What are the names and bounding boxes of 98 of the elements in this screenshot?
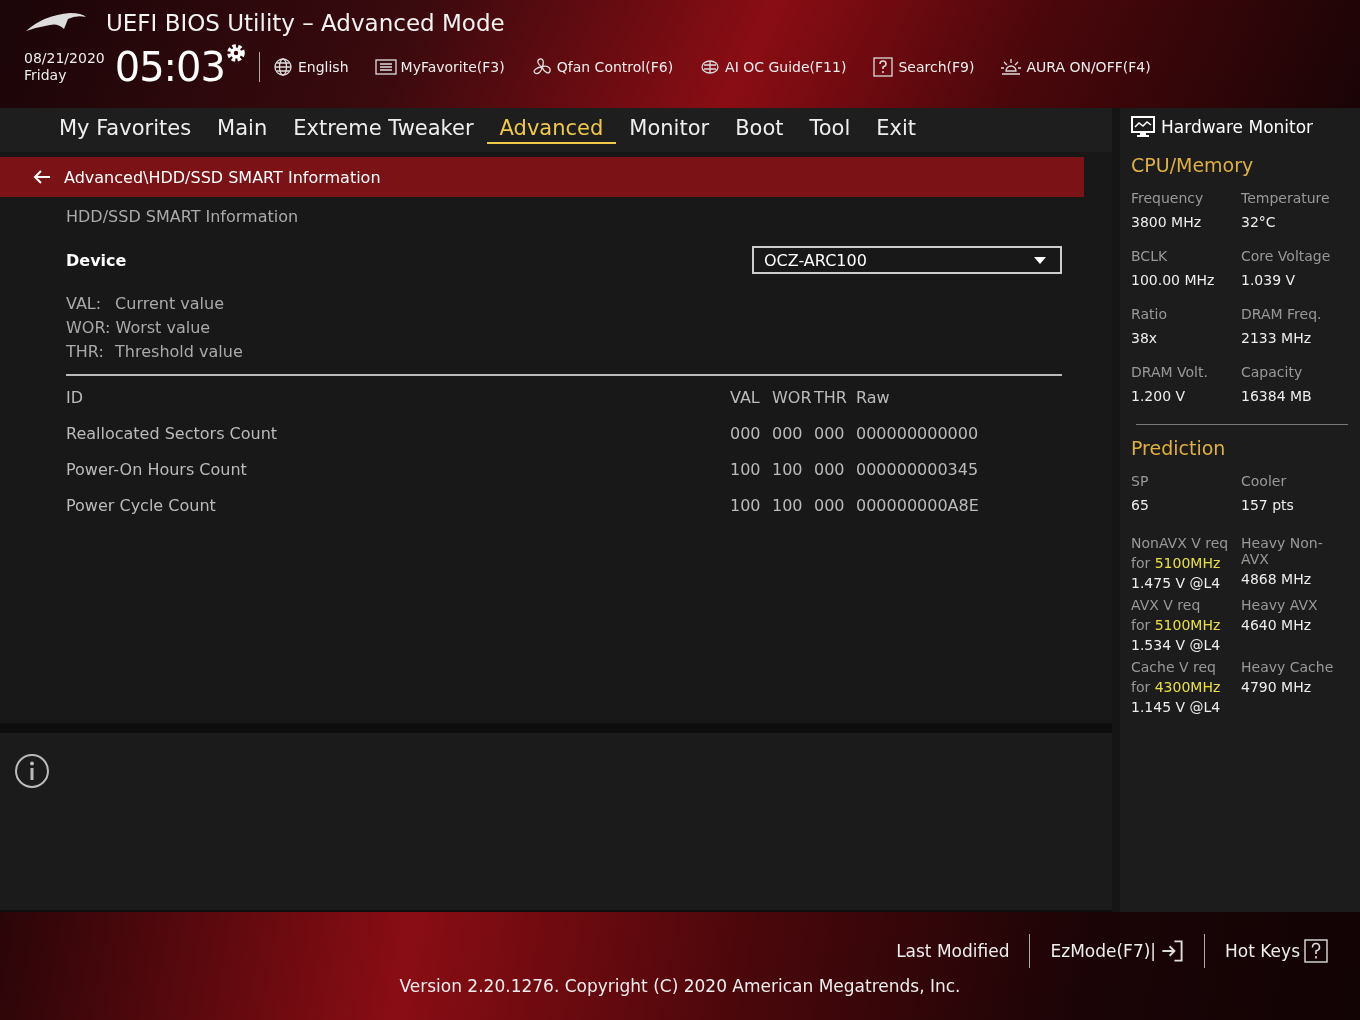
stat-label: Temperature — [1241, 190, 1331, 206]
stat-value: 1.475 V @L4 — [1131, 575, 1222, 591]
stat-value: 4868 MHz — [1241, 571, 1313, 587]
stat-label: Heavy AVX — [1241, 597, 1319, 613]
stat-value: 4640 MHz — [1241, 617, 1313, 633]
aura-icon — [1000, 57, 1023, 77]
menu-tab[interactable]: Extreme Tweaker — [280, 116, 487, 144]
panel-title: Hardware Monitor — [1161, 117, 1314, 137]
globe-icon — [272, 57, 294, 77]
table-cell-text: 000000000000 — [856, 424, 980, 445]
column-header: Raw — [856, 388, 891, 409]
version-text: Version 2.20.1276. Copyright (C) 2020 American Megatrends, Inc. — [399, 976, 961, 996]
date: 08/21/2020 — [24, 50, 105, 67]
column-header: ID — [66, 388, 84, 409]
stat-label: Heavy Cache — [1241, 659, 1335, 675]
stat-label: DRAM Freq. — [1241, 306, 1323, 322]
menu-tab[interactable]: My Favorites — [46, 116, 205, 144]
menu-tab[interactable]: Tool — [796, 116, 864, 144]
window-title: UEFI BIOS Utility – Advanced Mode — [106, 10, 505, 36]
stat-value: 100.00 MHz — [1131, 272, 1216, 288]
menu-tab[interactable]: Monitor — [616, 116, 723, 144]
help-icon — [872, 57, 895, 77]
footer-button[interactable]: EzMode(F7)| — [1036, 939, 1199, 963]
legend-text: WOR: Worst value — [66, 317, 212, 339]
caret-icon — [1034, 256, 1046, 264]
table-cell-text: 000 — [814, 424, 846, 445]
stat-label: for 5100MHz — [1131, 555, 1222, 571]
back-arrow-icon[interactable] — [32, 169, 52, 185]
menu-tab[interactable]: Boot — [722, 116, 797, 144]
stat-label: for 5100MHz — [1131, 617, 1222, 633]
table-cell-text: 000000000A8E — [856, 496, 980, 517]
table-cell-text: 000 — [772, 424, 804, 445]
stat-label: Capacity — [1241, 364, 1304, 380]
toolbar-button[interactable]: Qfan Control(F6) — [530, 57, 674, 77]
stat-label: Frequency — [1131, 190, 1205, 206]
stat-value: 1.534 V @L4 — [1131, 637, 1222, 653]
table-cell-text: 100 — [730, 460, 762, 481]
device-label: Device — [66, 250, 127, 270]
table-cell-text: 100 — [730, 496, 762, 517]
table-cell-text: Reallocated Sectors Count — [66, 424, 278, 445]
stat-label: Heavy Non-AVX — [1241, 535, 1324, 567]
stat-value: 65 — [1131, 497, 1150, 513]
stat-label: Ratio — [1131, 306, 1168, 322]
stat-value: 1.039 V — [1241, 272, 1297, 288]
stat-label: BCLK — [1131, 248, 1169, 264]
group-title: Prediction — [1131, 437, 1227, 459]
settings-icon[interactable] — [225, 42, 247, 64]
exit-icon — [1160, 939, 1185, 963]
section-title: HDD/SSD SMART Information — [66, 207, 300, 226]
legend-text: THR: Threshold value — [66, 341, 244, 363]
stat-label: NonAVX V req — [1131, 535, 1230, 551]
table-cell-text: 100 — [772, 460, 804, 481]
group-title: CPU/Memory — [1131, 154, 1255, 176]
stat-label: Cooler — [1241, 473, 1288, 489]
stat-value: 4790 MHz — [1241, 679, 1313, 695]
toolbar-button[interactable]: MyFavorite(F3) — [374, 57, 505, 77]
column-header: WOR — [772, 388, 813, 409]
toolbar-button[interactable]: AURA ON/OFF(F4) — [1000, 57, 1151, 77]
list-icon — [374, 57, 397, 77]
footer-button[interactable]: Hot Keys — [1211, 939, 1342, 963]
table-cell-text: 000 — [814, 496, 846, 517]
column-header: VAL — [730, 388, 761, 409]
stat-label: Cache V req — [1131, 659, 1217, 675]
table-cell-text: 000000000345 — [856, 460, 980, 481]
device-dropdown[interactable]: OCZ-ARC100 — [752, 246, 1062, 274]
stat-value: 2133 MHz — [1241, 330, 1313, 346]
legend-text: VAL: Current value — [66, 293, 225, 315]
menu-tab[interactable]: Advanced — [486, 116, 617, 144]
stat-value: 32°C — [1241, 214, 1277, 230]
menu-tab[interactable]: Main — [204, 116, 281, 144]
breadcrumb-path: Advanced\HDD/SSD SMART Information — [64, 167, 381, 187]
table-cell-text: Power-On Hours Count — [66, 460, 247, 481]
table-cell-text: 000 — [814, 460, 846, 481]
stat-label: AVX V req — [1131, 597, 1202, 613]
menu-tab[interactable]: Exit — [863, 116, 930, 144]
info-icon — [14, 753, 50, 789]
stat-value: 3800 MHz — [1131, 214, 1203, 230]
stat-value: 38x — [1131, 330, 1159, 346]
clock-time: 05:03 — [114, 44, 225, 90]
help-icon — [1304, 939, 1328, 963]
table-cell-text: 000 — [730, 424, 762, 445]
stat-label: for 4300MHz — [1131, 679, 1222, 695]
stat-label: DRAM Volt. — [1131, 364, 1209, 380]
table-cell-text: 100 — [772, 496, 804, 517]
footer-button[interactable]: Last Modified — [882, 941, 1024, 961]
stat-value: 16384 MB — [1241, 388, 1313, 404]
toolbar-button[interactable]: Search(F9) — [872, 57, 975, 77]
stat-value: 1.145 V @L4 — [1131, 699, 1222, 715]
weekday: Friday — [24, 67, 68, 84]
stat-value: 1.200 V — [1131, 388, 1187, 404]
monitor-icon — [1131, 116, 1155, 138]
toolbar-button[interactable]: AI OC Guide(F11) — [699, 57, 847, 77]
column-header: THR — [814, 388, 848, 409]
stat-label: Core Voltage — [1241, 248, 1332, 264]
stat-value: 157 pts — [1241, 497, 1295, 513]
toolbar-button[interactable]: English — [272, 57, 349, 77]
table-cell-text: Power Cycle Count — [66, 496, 216, 517]
stat-label: SP — [1131, 473, 1150, 489]
